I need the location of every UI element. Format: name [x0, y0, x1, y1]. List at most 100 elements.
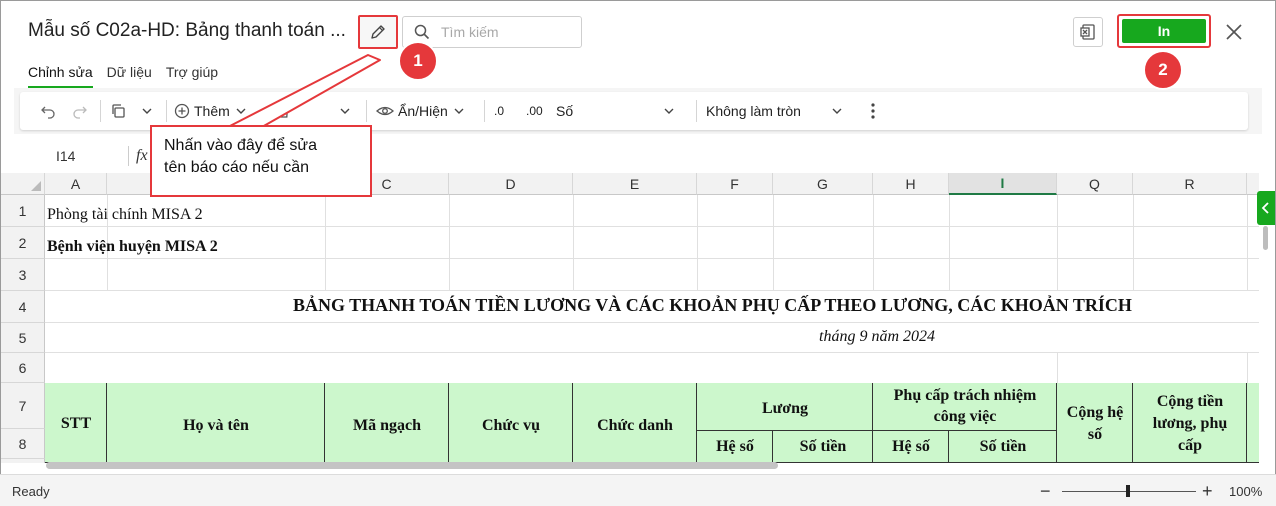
chevron-left-icon	[1261, 202, 1269, 214]
tab-help[interactable]: Trợ giúp	[166, 64, 218, 88]
decrease-decimal-button[interactable]: .0	[494, 100, 504, 122]
select-all-corner[interactable]	[1, 173, 45, 195]
chevron-down-icon	[142, 108, 152, 114]
rounding-select[interactable]: Không làm tròn	[706, 100, 844, 122]
report-period[interactable]: tháng 9 năm 2024	[819, 328, 935, 346]
status-ready: Ready	[12, 484, 50, 499]
zoom-level: 100%	[1229, 484, 1263, 499]
add-button-label: Thêm	[194, 103, 230, 119]
delete-dropdown[interactable]	[338, 100, 352, 122]
row-header-1[interactable]: 1	[1, 195, 45, 227]
hdr-sum-money-l2: lương, phụ	[1152, 415, 1228, 432]
spreadsheet-grid[interactable]: A C D E F G H I Q R 1 2 3 4 5 6 7 8 Phòn…	[1, 173, 1259, 463]
hdr-allow-amount: Số tiền	[979, 438, 1027, 455]
col-header-i[interactable]: I	[949, 173, 1057, 195]
col-header-q[interactable]: Q	[1057, 173, 1133, 195]
hdr-allow-coef: Hệ số	[892, 438, 930, 455]
decrease-decimal-label: .0	[494, 104, 505, 118]
zoom-in-button[interactable]: +	[1202, 481, 1213, 502]
chevron-down-icon	[454, 108, 464, 114]
add-circle-icon	[174, 103, 190, 119]
vertical-scrollbar[interactable]	[1263, 226, 1268, 250]
hdr-sum-coef-l1: Cộng hệ	[1066, 404, 1124, 421]
hdr-sum-money-l3: cấp	[1178, 437, 1202, 454]
delete-button[interactable]	[276, 100, 292, 122]
callout-line-1: Nhấn vào đây để sửa	[164, 137, 318, 154]
callout-line-2: tên báo cáo nếu cần	[164, 159, 310, 176]
close-button[interactable]	[1222, 20, 1246, 44]
col-header-a[interactable]: A	[45, 173, 107, 195]
cell-a1[interactable]: Phòng tài chính MISA 2	[47, 206, 203, 224]
hdr-stt: STT	[60, 415, 92, 432]
number-format-select[interactable]: Số	[556, 100, 676, 122]
redo-button[interactable]	[72, 100, 88, 122]
col-header-g[interactable]: G	[773, 173, 873, 195]
hdr-sum-coef-l2: số	[1087, 426, 1103, 443]
side-panel-toggle[interactable]	[1257, 191, 1275, 225]
search-box[interactable]: Tìm kiếm	[402, 16, 582, 48]
hdr-allowance-l2: công việc	[933, 408, 997, 425]
close-icon	[1226, 24, 1242, 40]
col-header-f[interactable]: F	[697, 173, 773, 195]
hdr-allowance-l1: Phụ cấp trách nhiệm	[893, 387, 1037, 404]
chevron-down-icon	[664, 108, 674, 114]
copy-button[interactable]	[110, 100, 154, 122]
hdr-salary-amount: Số tiền	[799, 438, 847, 455]
search-icon	[414, 24, 430, 40]
chevron-down-icon	[340, 108, 350, 114]
row-header-3[interactable]: 3	[1, 259, 45, 291]
show-hide-button[interactable]: Ẩn/Hiện	[376, 100, 466, 122]
zoom-slider-thumb[interactable]	[1126, 485, 1130, 497]
export-excel-button[interactable]	[1073, 17, 1103, 47]
fx-label: fx	[136, 147, 148, 164]
row-header-8[interactable]: 8	[1, 429, 45, 459]
horizontal-scrollbar[interactable]	[46, 462, 778, 469]
hdr-salary-coef: Hệ số	[716, 438, 754, 455]
col-header-r[interactable]: R	[1133, 173, 1247, 195]
edit-title-callout: Nhấn vào đây để sửa tên báo cáo nếu cần	[150, 125, 372, 197]
cell-a2[interactable]: Bệnh viện huyện MISA 2	[47, 238, 218, 256]
more-options-button[interactable]	[870, 100, 876, 122]
hdr-position: Chức vụ	[481, 417, 541, 434]
row-header-4[interactable]: 4	[1, 291, 45, 323]
status-bar: Ready − + 100%	[0, 474, 1276, 506]
eye-icon	[376, 106, 394, 116]
hdr-name: Họ và tên	[183, 417, 249, 434]
tab-data[interactable]: Dữ liệu	[107, 64, 152, 88]
redo-icon	[73, 106, 87, 119]
undo-icon	[41, 106, 55, 119]
hdr-title: Chức danh	[597, 417, 673, 434]
increase-decimal-label: .00	[526, 104, 543, 118]
row-header-6[interactable]: 6	[1, 353, 45, 383]
step-badge-2: 2	[1143, 50, 1183, 90]
zoom-out-button[interactable]: −	[1040, 481, 1051, 502]
row-header-5[interactable]: 5	[1, 323, 45, 353]
row-header-2[interactable]: 2	[1, 227, 45, 259]
rounding-value: Không làm tròn	[706, 103, 801, 119]
row-header-9[interactable]	[1, 459, 45, 463]
add-button[interactable]: Thêm	[174, 100, 248, 122]
report-title: Mẫu số C02a-HD: Bảng thanh toán ...	[28, 20, 346, 41]
undo-button[interactable]	[40, 100, 56, 122]
hdr-salary: Lương	[761, 400, 809, 417]
hdr-grade: Mã ngạch	[353, 417, 421, 434]
header-cell-next[interactable]	[1247, 383, 1259, 463]
chevron-down-icon	[832, 108, 842, 114]
excel-icon	[1080, 24, 1095, 40]
tab-edit[interactable]: Chỉnh sửa	[28, 64, 93, 88]
edit-title-button[interactable]	[358, 15, 398, 49]
hdr-sum-money-l1: Cộng tiền	[1156, 393, 1224, 410]
report-heading[interactable]: BẢNG THANH TOÁN TIỀN LƯƠNG VÀ CÁC KHOẢN …	[293, 295, 1132, 316]
col-header-d[interactable]: D	[449, 173, 573, 195]
copy-icon	[112, 104, 125, 118]
print-button-label: In	[1122, 19, 1206, 43]
print-button[interactable]: In	[1117, 14, 1211, 48]
search-input[interactable]: Tìm kiếm	[441, 24, 499, 40]
cell-reference[interactable]: I14	[56, 148, 75, 164]
row-header-7[interactable]: 7	[1, 383, 45, 429]
col-header-e[interactable]: E	[573, 173, 697, 195]
col-header-h[interactable]: H	[873, 173, 949, 195]
chevron-down-icon	[236, 108, 246, 114]
trash-icon	[279, 104, 289, 118]
increase-decimal-button[interactable]: .00	[526, 100, 543, 122]
